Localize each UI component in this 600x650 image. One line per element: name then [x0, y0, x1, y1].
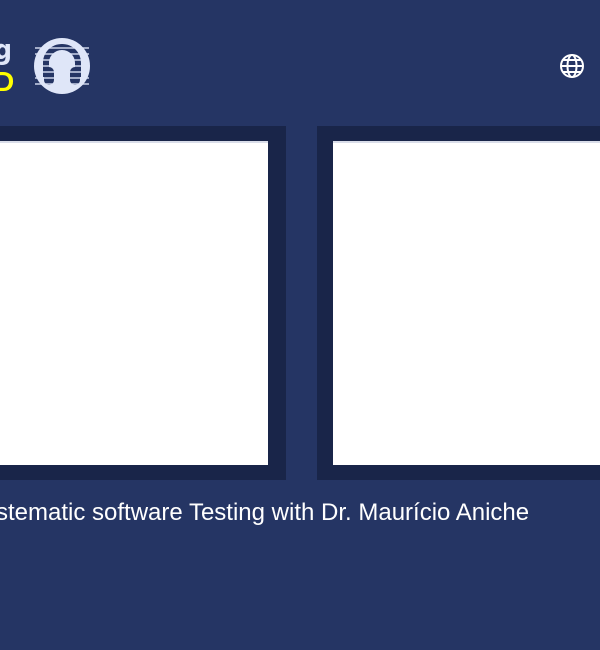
brand-wordmark-top: g — [0, 33, 13, 66]
brand-wordmark: g D — [0, 32, 15, 97]
episode-panel-right — [317, 126, 600, 480]
episode-image-right — [333, 141, 600, 465]
top-bar: g D — [0, 0, 600, 130]
episode-panel-left — [0, 126, 286, 480]
page: { "header": { "logo_text_top": "g", "log… — [0, 0, 600, 650]
globe-icon[interactable] — [558, 52, 586, 80]
brand-wordmark-bottom: D — [0, 66, 15, 97]
episode-title: ystematic software Testing with Dr. Maur… — [0, 499, 530, 526]
headphones-logo-icon — [34, 38, 90, 94]
episode-image-left — [0, 141, 268, 465]
episode-card-row — [0, 126, 600, 486]
